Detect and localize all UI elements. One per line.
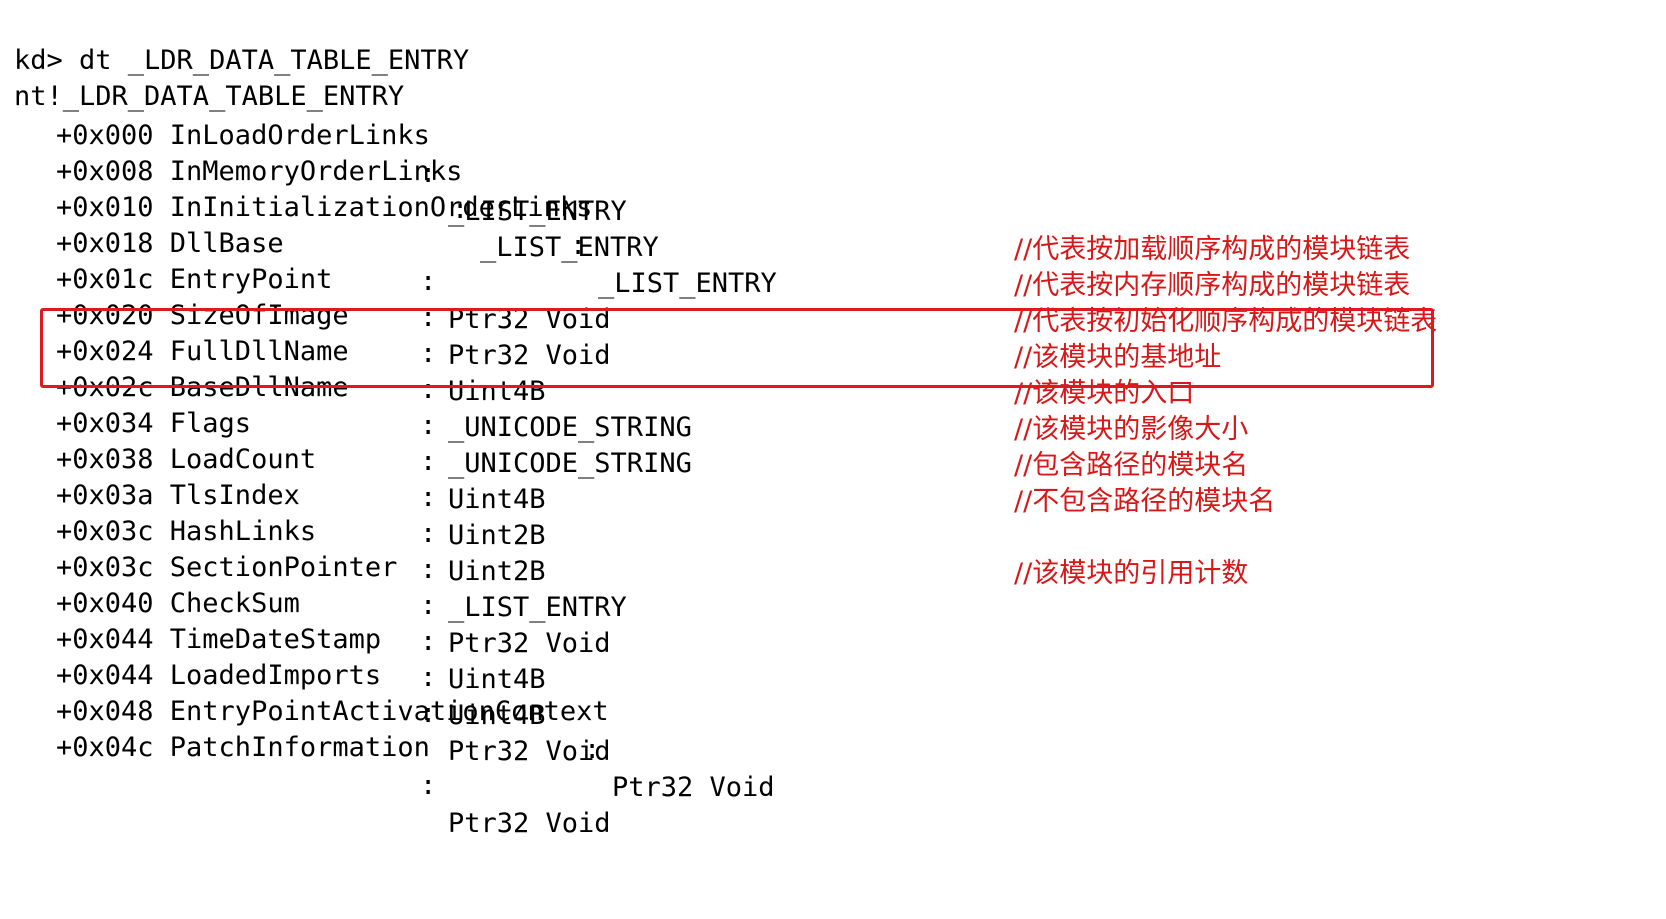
field-row: +0x020 SizeOfImage : Uint4B //该模块的影像大小 [0,259,1248,445]
field-type: Uint2B [448,556,546,587]
field-entry: +0x008 InMemoryOrderLinks [56,156,463,187]
field-entry: +0x010 InInitializationOrderLinks [56,192,593,223]
field-entry: +0x03c SectionPointer [56,552,398,583]
field-type: _LIST_ENTRY [598,268,777,299]
field-separator: : [420,590,437,621]
field-entry: +0x048 EntryPointActivationContext [56,696,609,727]
field-entry: +0x044 TimeDateStamp [56,624,382,655]
field-comment: //包含路径的模块名 [1014,450,1249,481]
field-separator: : [584,734,601,765]
field-comment: //该模块的入口 [1014,378,1195,409]
field-row: +0x018 DllBase : Ptr32 Void //该模块的基地址 [0,187,1221,373]
field-separator: : [420,446,437,477]
field-comment: //不包含路径的模块名 [1014,486,1276,517]
field-type: Uint4B [448,484,546,515]
field-entry: +0x024 FullDllName [56,336,349,367]
field-separator: : [570,230,587,261]
field-type: Ptr32 Void [448,808,611,839]
field-comment: //代表按初始化顺序构成的模块链表 [1014,306,1438,337]
field-entry: +0x03c HashLinks [56,516,317,547]
field-type: Ptr32 Void [448,340,611,371]
field-row: +0x024 FullDllName : _UNICODE_STRING //包… [0,295,1248,481]
field-entry: +0x034 Flags [56,408,252,439]
field-separator: : [420,266,437,297]
field-row: +0x03a TlsIndex : Uint2B [0,439,546,587]
field-row: +0x010 InInitializationOrderLinks : _LIS… [0,151,1437,337]
command-text: kd> dt _LDR_DATA_TABLE_ENTRY [14,45,470,76]
field-row: +0x034 Flags : Uint4B [0,367,546,515]
field-separator: : [420,554,437,585]
field-separator: : [420,374,437,405]
debugger-console: kd> dt _LDR_DATA_TABLE_ENTRY nt!_LDR_DAT… [0,0,1666,839]
field-entry: +0x03a TlsIndex [56,480,300,511]
field-row: +0x01c EntryPoint : Ptr32 Void //该模块的入口 [0,223,1194,409]
field-comment: //代表按加载顺序构成的模块链表 [1014,234,1411,265]
field-entry: +0x02c BaseDllName [56,372,349,403]
field-separator: : [420,626,437,657]
field-comment: //该模块的引用计数 [1014,558,1249,589]
field-separator: : [420,410,437,441]
field-separator: : [420,662,437,693]
field-row: +0x040 CheckSum : Uint4B [0,547,546,695]
field-type: Ptr32 Void [448,628,611,659]
field-entry: +0x01c EntryPoint [56,264,333,295]
field-row: +0x048 EntryPointActivationContext : Ptr… [0,655,775,803]
field-type: Uint4B [448,376,546,407]
field-entry: +0x018 DllBase [56,228,284,259]
field-separator: : [420,770,437,801]
field-separator: : [420,518,437,549]
struct-header: nt!_LDR_DATA_TABLE_ENTRY [0,40,404,112]
field-row: +0x044 TimeDateStamp : Uint4B [0,583,546,731]
field-row: +0x02c BaseDllName : _UNICODE_STRING //不… [0,331,1275,517]
field-row: +0x044 LoadedImports : Ptr32 Void [0,619,611,767]
field-entry: +0x038 LoadCount [56,444,317,475]
field-row: +0x000 InLoadOrderLinks : _LIST_ENTRY //… [0,79,1410,265]
field-type: _UNICODE_STRING [448,412,692,443]
field-row: +0x04c PatchInformation : Ptr32 Void [0,691,611,839]
field-entry: +0x04c PatchInformation [56,732,430,763]
command-line: kd> dt _LDR_DATA_TABLE_ENTRY [0,4,469,76]
field-entry: +0x044 LoadedImports [56,660,382,691]
field-type: Ptr32 Void [448,304,611,335]
field-entry: +0x020 SizeOfImage [56,300,349,331]
field-row: +0x03c SectionPointer : Ptr32 Void [0,511,611,659]
struct-name: nt!_LDR_DATA_TABLE_ENTRY [14,81,405,112]
field-separator: : [420,302,437,333]
field-comment: //该模块的影像大小 [1014,414,1249,445]
field-entry: +0x000 InLoadOrderLinks [56,120,430,151]
field-type: _LIST_ENTRY [448,592,627,623]
field-separator: : [420,482,437,513]
field-row: +0x03c HashLinks : _LIST_ENTRY [0,475,627,623]
field-separator: : [420,338,437,369]
field-row: +0x008 InMemoryOrderLinks : _LIST_ENTRY … [0,115,1410,301]
field-comment: //代表按内存顺序构成的模块链表 [1014,270,1411,301]
field-entry: +0x040 CheckSum [56,588,300,619]
field-row: +0x038 LoadCount : Uint2B //该模块的引用计数 [0,403,1248,589]
field-type: _UNICODE_STRING [448,448,692,479]
field-type: Ptr32 Void [612,772,775,803]
field-comment: //该模块的基地址 [1014,342,1222,373]
field-type: Uint2B [448,520,546,551]
